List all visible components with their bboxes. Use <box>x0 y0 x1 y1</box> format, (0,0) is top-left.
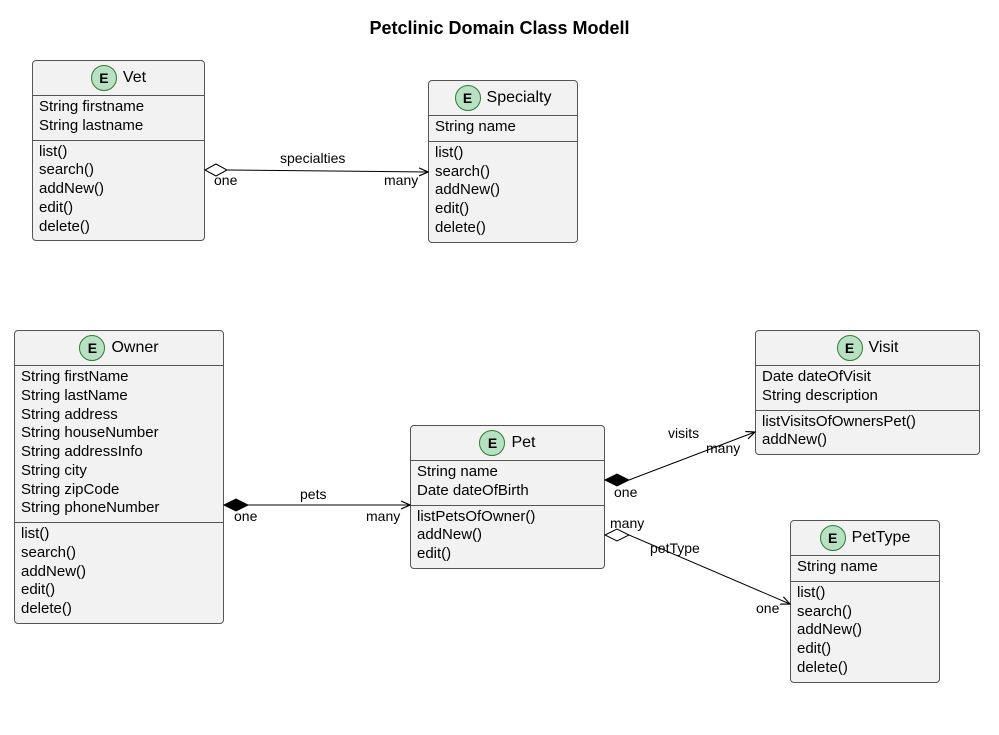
entity-icon: E <box>91 65 117 91</box>
class-name: PetType <box>852 529 911 547</box>
attributes: Date dateOfVisit String description <box>756 365 979 410</box>
mult-label: many <box>610 515 644 531</box>
operations: list() search() addNew() edit() delete() <box>15 522 223 623</box>
attributes: String name Date dateOfBirth <box>411 460 604 505</box>
entity-icon: E <box>479 430 505 456</box>
class-specialty: E Specialty String name list() search() … <box>428 80 578 243</box>
class-vet: E Vet String firstname String lastname l… <box>32 60 205 241</box>
entity-icon: E <box>79 335 105 361</box>
operations: listPetsOfOwner() addNew() edit() <box>411 505 604 568</box>
operations: list() search() addNew() edit() delete() <box>33 140 204 241</box>
class-name: Specialty <box>487 89 552 107</box>
class-name: Pet <box>511 434 535 452</box>
diagram-title: Petclinic Domain Class Modell <box>0 18 999 39</box>
assoc-label: specialties <box>280 150 345 166</box>
mult-label: many <box>706 440 740 456</box>
mult-label: one <box>214 172 237 188</box>
mult-label: one <box>234 508 257 524</box>
entity-icon: E <box>837 335 863 361</box>
operations: listVisitsOfOwnersPet() addNew() <box>756 410 979 455</box>
class-name: Visit <box>869 339 899 357</box>
operations: list() search() addNew() edit() delete() <box>429 141 577 242</box>
mult-label: many <box>366 508 400 524</box>
assoc-label: pets <box>300 486 326 502</box>
class-visit: E Visit Date dateOfVisit String descript… <box>755 330 980 455</box>
mult-label: one <box>614 484 637 500</box>
operations: list() search() addNew() edit() delete() <box>791 581 939 682</box>
mult-label: one <box>756 600 779 616</box>
assoc-label: petType <box>650 540 700 556</box>
attributes: String name <box>791 555 939 581</box>
entity-icon: E <box>820 525 846 551</box>
class-pet: E Pet String name Date dateOfBirth listP… <box>410 425 605 569</box>
mult-label: many <box>384 172 418 188</box>
attributes: String name <box>429 115 577 141</box>
attributes: String firstname String lastname <box>33 95 204 140</box>
assoc-label: visits <box>668 425 699 441</box>
entity-icon: E <box>455 85 481 111</box>
class-name: Owner <box>111 339 158 357</box>
class-pettype: E PetType String name list() search() ad… <box>790 520 940 683</box>
class-owner: E Owner String firstName String lastName… <box>14 330 224 624</box>
attributes: String firstName String lastName String … <box>15 365 223 522</box>
class-name: Vet <box>123 69 146 87</box>
